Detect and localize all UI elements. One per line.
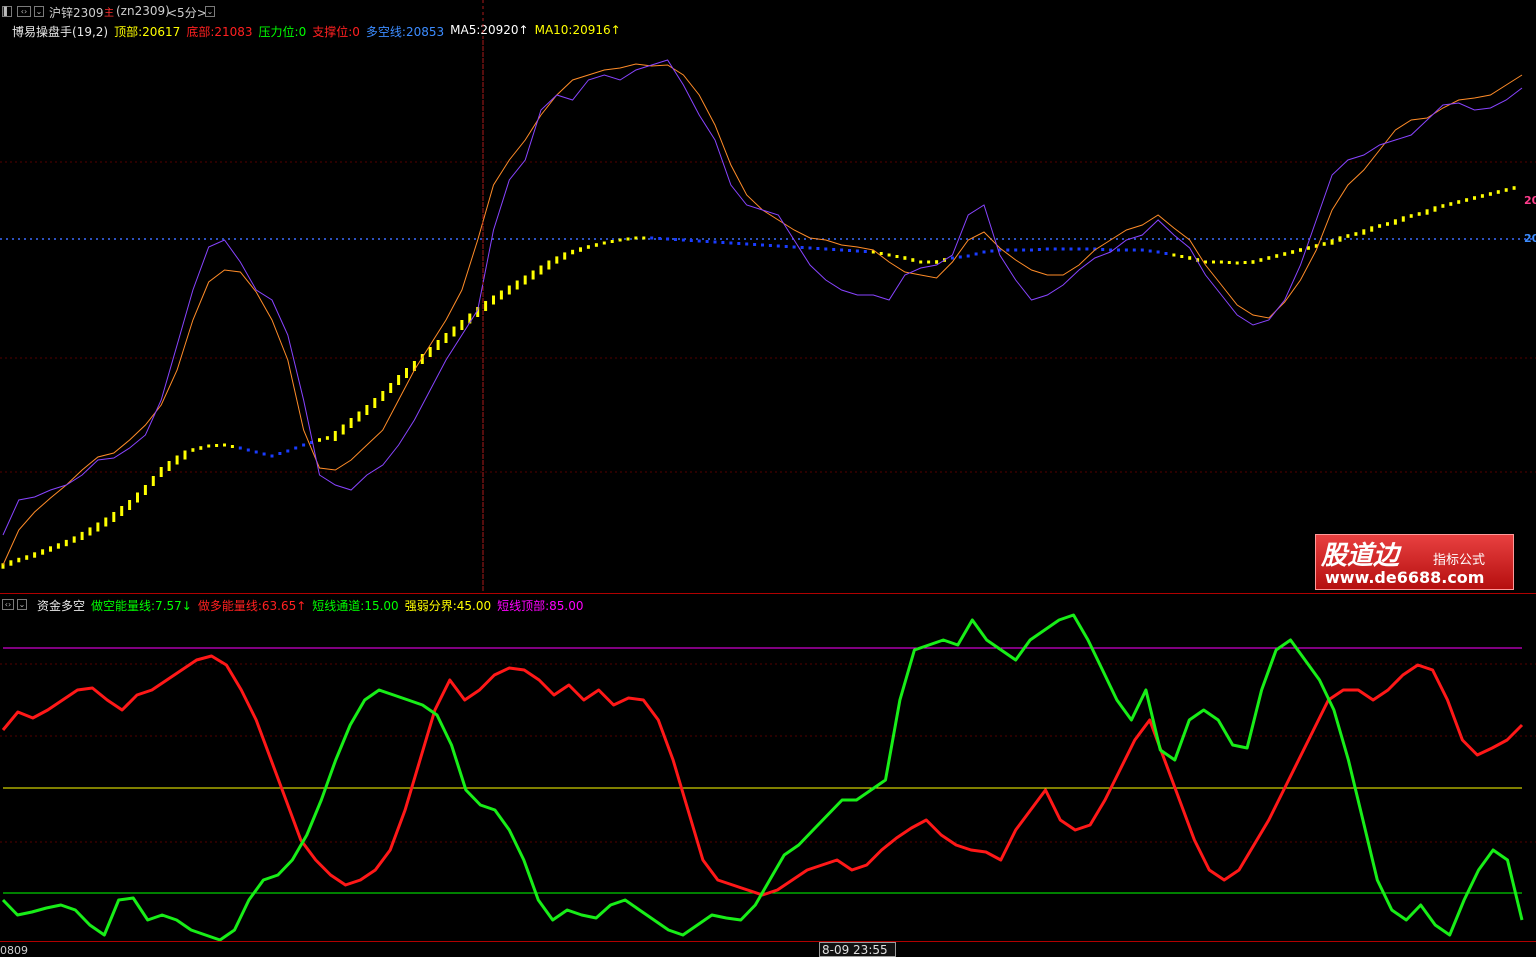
- sub-indicator-chart[interactable]: [0, 0, 1536, 957]
- long-energy-line: [1, 654, 1524, 897]
- time-cursor-box: 8-09 23:55: [819, 942, 896, 957]
- time-cursor-label: 8-09 23:55: [822, 943, 888, 957]
- chart-window: ▌ ‹› ⌄ 沪锌2309 主 (zn2309) <5分> ⌄ 博易操盘手(19…: [0, 0, 1536, 957]
- time-axis-border: [0, 941, 1536, 942]
- time-axis-start-label: 0809: [0, 944, 28, 957]
- sub-grid: [0, 663, 1536, 843]
